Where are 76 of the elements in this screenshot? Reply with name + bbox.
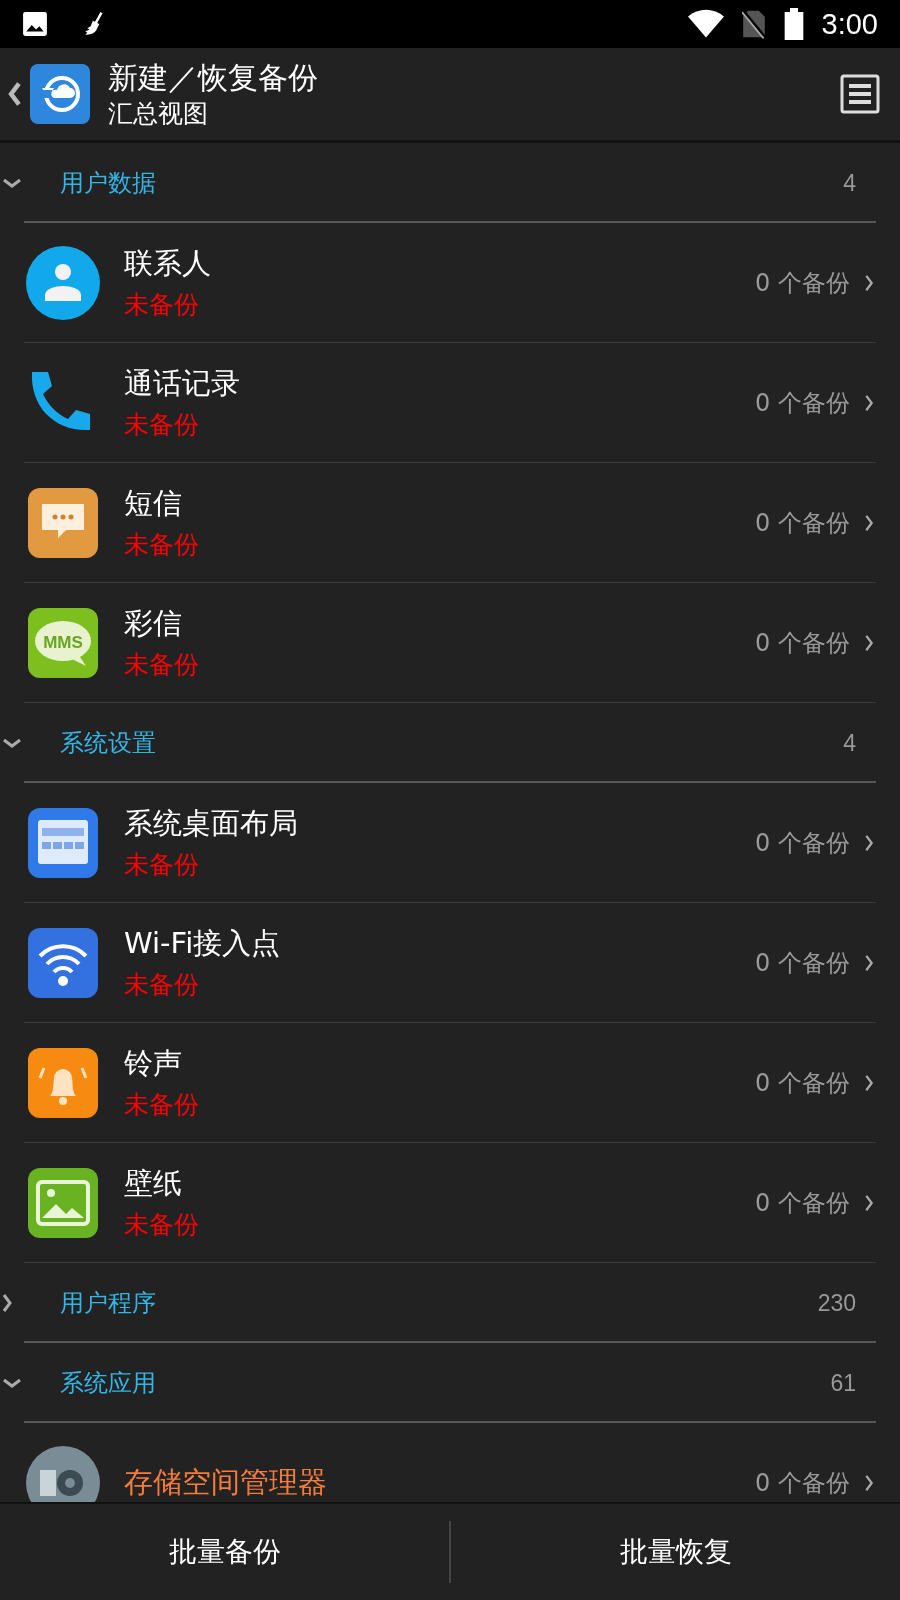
chevron-right-icon (864, 953, 874, 972)
backup-item[interactable]: 系统桌面布局 未备份 0 个备份 (24, 783, 876, 903)
section-header[interactable]: 用户数据 4 (0, 143, 876, 223)
backup-status: 未备份 (124, 649, 200, 681)
backup-status: 未备份 (124, 409, 200, 441)
section-header[interactable]: 用户程序 230 (0, 1263, 876, 1343)
chevron-down-icon (2, 178, 22, 188)
chevron-right-icon (864, 393, 874, 412)
backup-item[interactable]: MMS 彩信 未备份 0 个备份 (24, 583, 876, 703)
backup-count: 0 个备份 (755, 387, 850, 419)
backup-status: 未备份 (124, 289, 200, 321)
chat-bubble-icon (26, 485, 100, 560)
screen-title: 新建／恢复备份 (108, 59, 319, 97)
battery-icon (783, 8, 804, 40)
chevron-right-icon (864, 633, 874, 652)
backup-status: 未备份 (124, 849, 200, 881)
backup-count: 0 个备份 (755, 1467, 850, 1499)
item-title: 联系人 (124, 245, 212, 282)
item-title: 彩信 (124, 605, 183, 642)
backup-count: 0 个备份 (755, 1187, 850, 1219)
mms-icon: MMS (26, 605, 100, 680)
chevron-right-icon (864, 273, 874, 292)
backup-item[interactable]: 通话记录 未备份 0 个备份 (24, 343, 876, 463)
wifi-icon (687, 9, 724, 39)
item-title: 系统桌面布局 (124, 805, 299, 842)
section-label: 用户程序 (60, 1288, 157, 1319)
backup-status: 未备份 (124, 1089, 200, 1121)
backup-count: 0 个备份 (755, 267, 850, 299)
backup-item[interactable]: Wi-Fi接入点 未备份 0 个备份 (24, 903, 876, 1023)
item-title: 短信 (124, 485, 183, 522)
backup-count: 0 个备份 (755, 507, 850, 539)
chevron-right-icon (864, 1473, 874, 1492)
wifi-signal-icon (26, 925, 100, 1000)
section-header[interactable]: 系统应用 61 (0, 1343, 876, 1423)
section-count: 230 (817, 1289, 856, 1317)
back-icon[interactable] (8, 81, 22, 107)
backup-item[interactable]: 短信 未备份 0 个备份 (24, 463, 876, 583)
item-title: 通话记录 (124, 365, 241, 402)
screen-subtitle: 汇总视图 (108, 98, 209, 130)
item-title: 存储空间管理器 (124, 1463, 328, 1501)
backup-item[interactable]: 铃声 未备份 0 个备份 (24, 1023, 876, 1143)
menu-icon[interactable] (840, 74, 880, 114)
chevron-down-icon (2, 738, 22, 748)
section-count: 4 (843, 169, 856, 197)
cloud-sync-icon (30, 64, 90, 124)
item-title: Wi-Fi接入点 (124, 925, 282, 962)
section-label: 系统设置 (60, 728, 157, 759)
clock-time: 3:00 (821, 7, 878, 41)
chevron-right-icon (864, 1073, 874, 1092)
section-count: 61 (830, 1369, 856, 1397)
chevron-right-icon (864, 513, 874, 532)
section-header[interactable]: 系统设置 4 (0, 703, 876, 783)
backup-status: 未备份 (124, 1209, 200, 1241)
backup-count: 0 个备份 (755, 947, 850, 979)
image-icon (22, 11, 48, 37)
landscape-image-icon (26, 1165, 100, 1240)
section-count: 4 (843, 729, 856, 757)
backup-count: 0 个备份 (755, 827, 850, 859)
backup-item[interactable]: 联系人 未备份 0 个备份 (24, 223, 876, 343)
section-label: 用户数据 (60, 168, 157, 199)
backup-count: 0 个备份 (755, 627, 850, 659)
backup-item[interactable]: 壁纸 未备份 0 个备份 (24, 1143, 876, 1263)
desktop-grid-icon (26, 805, 100, 880)
chevron-right-icon (864, 1193, 874, 1212)
backup-status: 未备份 (124, 969, 200, 1001)
bell-icon (26, 1045, 100, 1120)
no-sim-icon (741, 9, 766, 39)
item-title: 壁纸 (124, 1165, 183, 1202)
chevron-right-icon (2, 1293, 12, 1313)
person-icon (26, 245, 100, 320)
chevron-right-icon (864, 833, 874, 852)
backup-count: 0 个备份 (755, 1067, 850, 1099)
chevron-down-icon (2, 1378, 22, 1388)
section-label: 系统应用 (60, 1368, 157, 1399)
backup-status: 未备份 (124, 529, 200, 561)
item-title: 铃声 (124, 1045, 183, 1082)
